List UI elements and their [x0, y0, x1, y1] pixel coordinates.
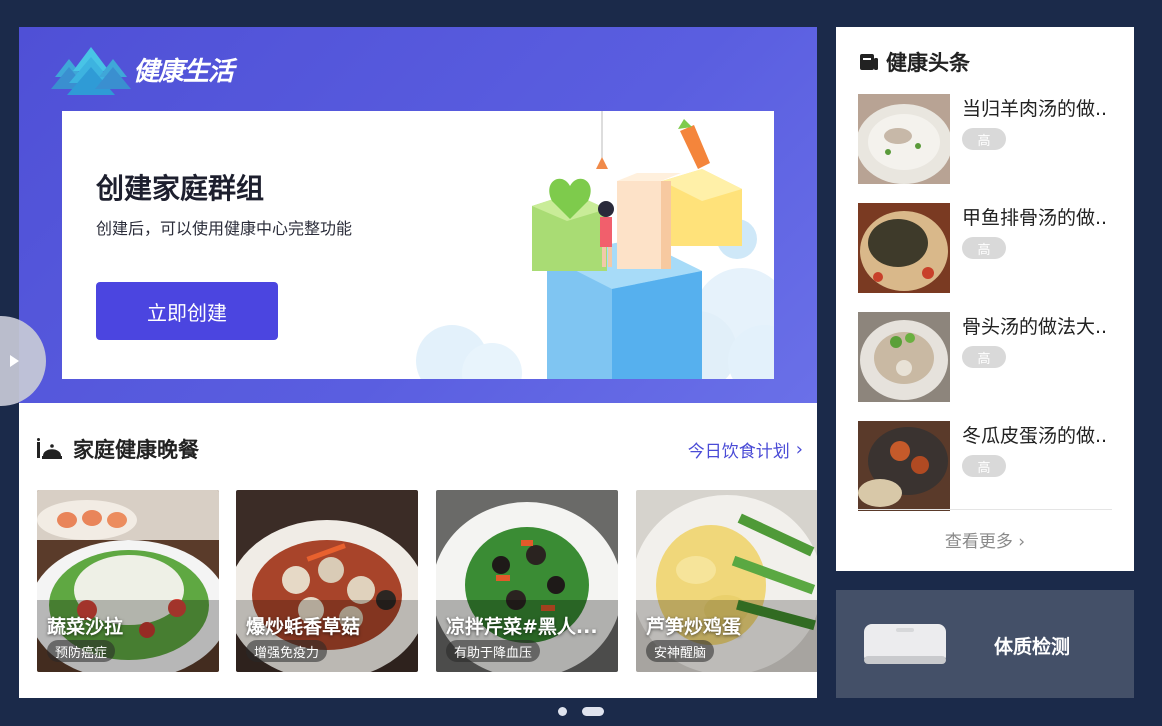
news-item-title: 甲鱼排骨汤的做..: [962, 207, 1108, 229]
news-thumbnail: [858, 312, 950, 402]
news-item-badge: 高: [962, 346, 1006, 368]
news-item[interactable]: 甲鱼排骨汤的做.. 高: [858, 203, 1128, 295]
meal-name: 芦笋炒鸡蛋: [646, 616, 742, 638]
see-more-label: 查看更多: [944, 532, 1013, 552]
meal-card[interactable]: 芦笋炒鸡蛋 安神醒脑: [636, 490, 817, 672]
meal-list: 蔬菜沙拉 预防癌症 爆炒蚝香草菇 增强免疫力 凉拌芹菜#黑人... 有助于降血压…: [37, 490, 817, 672]
dinner-bell-icon: [37, 438, 62, 459]
news-thumbnail: [858, 203, 950, 293]
plan-link-label: 今日饮食计划: [687, 441, 790, 462]
pager-dot-active[interactable]: [582, 707, 604, 716]
health-news-panel: 健康头条 当归羊肉汤的做.. 高 甲鱼排骨汤的做.. 高 骨头汤的做法大.. 高…: [836, 27, 1134, 571]
dinner-section-header: 家庭健康晚餐 今日饮食计划 ›: [37, 431, 803, 467]
create-family-card: 创建家庭群组 创建后，可以使用健康中心完整功能 立即创建: [62, 111, 774, 379]
news-item-badge: 高: [962, 128, 1006, 150]
today-diet-plan-link[interactable]: 今日饮食计划 ›: [688, 437, 803, 462]
news-item-badge: 高: [962, 237, 1006, 259]
body-scale-icon: [864, 624, 946, 664]
create-now-button[interactable]: 立即创建: [96, 282, 278, 340]
news-item[interactable]: 冬瓜皮蛋汤的做.. 高: [858, 421, 1128, 513]
brand-name: 健康生活: [133, 56, 234, 87]
newspaper-icon: [860, 54, 878, 70]
hero-subtitle: 创建后，可以使用健康中心完整功能: [96, 219, 353, 238]
meal-name: 凉拌芹菜#黑人...: [446, 616, 598, 638]
tree-logo-icon: [51, 47, 131, 95]
meal-card[interactable]: 爆炒蚝香草菇 增强免疫力: [236, 490, 418, 672]
news-item-title: 冬瓜皮蛋汤的做..: [962, 425, 1108, 447]
see-more-link[interactable]: 查看更多 ›: [836, 527, 1134, 552]
news-item-title: 当归羊肉汤的做..: [962, 98, 1108, 120]
family-illustration: [416, 111, 774, 379]
meal-card[interactable]: 蔬菜沙拉 预防癌症: [37, 490, 219, 672]
meal-card[interactable]: 凉拌芹菜#黑人... 有助于降血压: [436, 490, 618, 672]
news-title: 健康头条: [886, 51, 970, 75]
news-thumbnail: [858, 94, 950, 184]
news-item-title: 骨头汤的做法大..: [962, 316, 1108, 338]
play-triangle-icon: [10, 355, 19, 367]
news-item[interactable]: 骨头汤的做法大.. 高: [858, 312, 1128, 404]
meal-tag: 有助于降血压: [446, 640, 541, 662]
chevron-right-icon: ›: [795, 438, 803, 460]
meal-tag: 增强免疫力: [246, 640, 328, 662]
news-item[interactable]: 当归羊肉汤的做.. 高: [858, 94, 1128, 186]
news-item-badge: 高: [962, 455, 1006, 477]
pager-dot[interactable]: [558, 707, 567, 716]
divider: [858, 509, 1112, 510]
news-thumbnail: [858, 421, 950, 511]
meal-name: 爆炒蚝香草菇: [246, 616, 361, 638]
dinner-title: 家庭健康晚餐: [73, 438, 199, 462]
dinner-title-group: 家庭健康晚餐: [37, 434, 199, 464]
brand: 健康生活: [49, 43, 234, 95]
news-header: 健康头条: [860, 47, 970, 77]
hero-banner: 健康生活 创建家庭群组 创建后，可以使用健康中心完整功能 立即创建: [19, 27, 817, 403]
meal-tag: 安神醒脑: [646, 640, 715, 662]
body-check-label: 体质检测: [994, 636, 1071, 658]
chevron-right-icon: ›: [1018, 532, 1026, 552]
meal-name: 蔬菜沙拉: [47, 616, 124, 638]
main-panel: 健康生活 创建家庭群组 创建后，可以使用健康中心完整功能 立即创建 家庭健康晚餐…: [19, 27, 817, 698]
hero-title: 创建家庭群组: [96, 172, 265, 205]
meal-tag: 预防癌症: [47, 640, 116, 662]
body-check-card[interactable]: 体质检测: [836, 590, 1134, 698]
